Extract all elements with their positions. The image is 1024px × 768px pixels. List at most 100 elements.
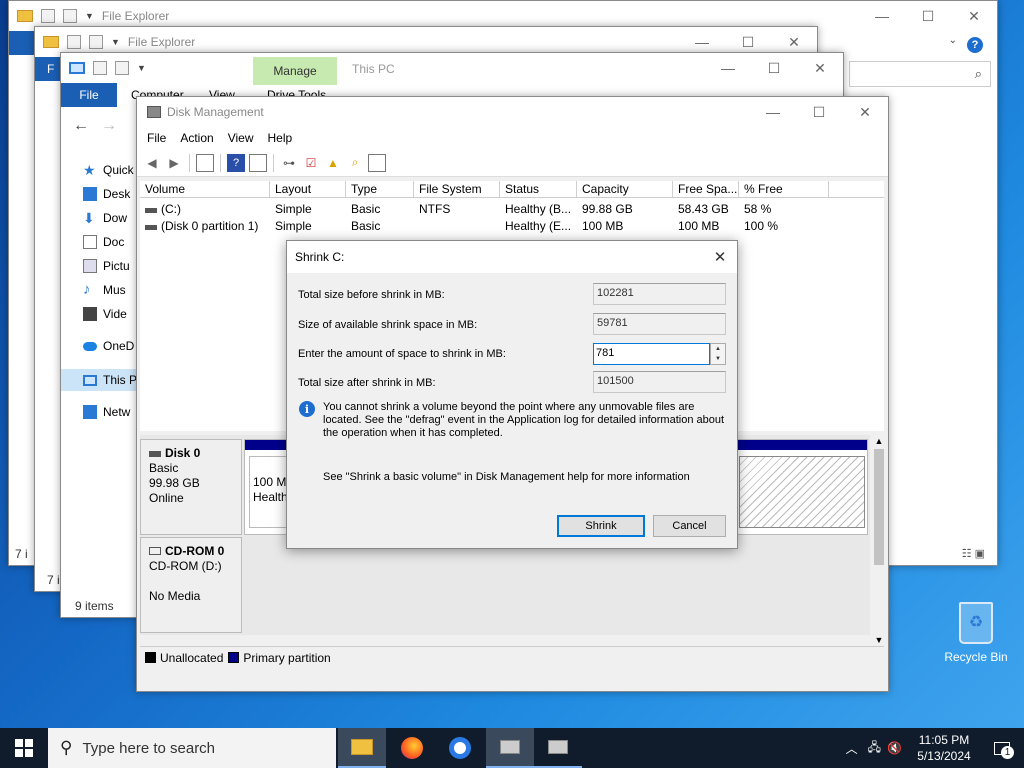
nav-music[interactable]: ♪ Mus	[83, 279, 126, 301]
scrollbar-thumb[interactable]	[874, 449, 884, 565]
column-file-system[interactable]: File System	[414, 181, 500, 197]
checklist-icon[interactable]: ☑	[302, 154, 320, 172]
folder-icon	[17, 10, 33, 22]
volume-icon	[145, 225, 157, 230]
cdrom-0-label[interactable]: CD-ROM 0 CD-ROM (D:) No Media	[140, 537, 242, 633]
scroll-down-icon[interactable]: ▼	[872, 635, 886, 645]
help-icon[interactable]: ?	[227, 153, 245, 172]
close-button[interactable]: ✕	[842, 97, 888, 127]
search-box[interactable]: ⌕	[849, 61, 991, 87]
disk-0-label[interactable]: Disk 0 Basic 99.98 GB Online	[140, 439, 242, 535]
console-tree-icon[interactable]	[196, 153, 214, 172]
nav-pictures[interactable]: Pictu	[83, 255, 130, 277]
window-title: File Explorer	[101, 9, 170, 23]
properties-icon[interactable]	[93, 61, 107, 75]
taskbar-disk-management[interactable]	[486, 728, 534, 768]
close-icon[interactable]: ✕	[703, 241, 737, 273]
spin-down-icon[interactable]: ▼	[711, 354, 725, 364]
shrink-dialog[interactable]: Shrink C: ✕ Total size before shrink in …	[286, 240, 738, 549]
column-status[interactable]: Status	[500, 181, 577, 197]
nav-this-pc[interactable]: This P	[83, 369, 137, 391]
table-row[interactable]: (C:) Simple Basic NTFS Healthy (B... 99.…	[140, 201, 829, 218]
vertical-scrollbar[interactable]: ▲ ▼	[872, 435, 886, 647]
shrink-amount-spinner[interactable]: ▲ ▼	[710, 343, 726, 365]
maximize-button[interactable]: ☐	[905, 1, 951, 31]
minimize-button[interactable]: —	[859, 1, 905, 31]
volume-list-header: Volume Layout Type File System Status Ca…	[140, 181, 884, 198]
view-toggle-icons[interactable]: ☷ ▣	[962, 547, 985, 560]
cancel-button[interactable]: Cancel	[653, 515, 726, 537]
menu-file[interactable]: File	[147, 131, 166, 145]
search-folder-icon[interactable]: ⌕	[346, 154, 364, 172]
file-tab[interactable]	[9, 31, 37, 55]
folder-up-icon[interactable]: ▲	[324, 154, 342, 172]
properties-icon[interactable]	[41, 9, 55, 23]
menu-view[interactable]: View	[228, 131, 254, 145]
back-arrow-icon[interactable]: ◀	[143, 154, 161, 172]
info-icon: i	[299, 401, 315, 417]
taskbar-chrome[interactable]	[436, 728, 484, 768]
new-folder-icon[interactable]	[115, 61, 129, 75]
minimize-button[interactable]: —	[705, 53, 751, 83]
forward-arrow-icon[interactable]: →	[101, 117, 117, 135]
chevron-down-icon[interactable]: ⌄	[949, 35, 957, 46]
search-placeholder: Type here to search	[82, 739, 216, 757]
scroll-up-icon[interactable]: ▲	[872, 435, 886, 447]
back-arrow-icon[interactable]: ←	[73, 117, 89, 135]
nav-videos[interactable]: Vide	[83, 303, 127, 325]
maximize-button[interactable]: ☐	[796, 97, 842, 127]
start-button[interactable]	[0, 728, 48, 768]
menu-action[interactable]: Action	[180, 131, 213, 145]
shrink-button[interactable]: Shrink	[557, 515, 645, 537]
column-volume[interactable]: Volume	[140, 181, 270, 197]
clock[interactable]: 11:05 PM 5/13/2024	[908, 732, 980, 764]
manage-context-tab[interactable]: Manage	[253, 57, 337, 85]
maximize-button[interactable]: ☐	[751, 53, 797, 83]
minimize-button[interactable]: —	[750, 97, 796, 127]
shrink-amount-input[interactable]: 781	[593, 343, 710, 365]
recycle-bin[interactable]: ♻ Recycle Bin	[940, 602, 1012, 664]
nav-desktop[interactable]: Desk	[83, 183, 130, 205]
new-folder-icon[interactable]	[63, 9, 77, 23]
primary-partition-swatch	[228, 652, 240, 663]
properties-icon[interactable]	[249, 153, 267, 172]
available-space-value: 59781	[593, 313, 726, 335]
taskbar-file-explorer[interactable]	[338, 728, 386, 768]
new-folder-icon[interactable]	[89, 35, 103, 49]
chevron-up-icon[interactable]: ︿	[846, 740, 858, 757]
forward-arrow-icon[interactable]: ▶	[165, 154, 183, 172]
taskbar-search[interactable]: ⚲ Type here to search	[48, 728, 336, 768]
table-row[interactable]: (Disk 0 partition 1) Simple Basic Health…	[140, 218, 829, 235]
network-icon[interactable]: 🖧	[868, 738, 881, 759]
unallocated-swatch	[145, 652, 156, 663]
menu-help[interactable]: Help	[268, 131, 293, 145]
disk-icon	[149, 451, 161, 457]
nav-documents[interactable]: Doc	[83, 231, 124, 253]
chevron-down-icon[interactable]: ▼	[137, 63, 146, 73]
nav-network[interactable]: Netw	[83, 401, 130, 423]
column-capacity[interactable]: Capacity	[577, 181, 673, 197]
notification-center[interactable]: 1	[980, 728, 1024, 768]
help-icon[interactable]: ?	[967, 37, 983, 53]
speaker-muted-icon[interactable]: 🔇	[887, 741, 902, 755]
chevron-down-icon[interactable]: ▼	[85, 11, 94, 21]
column-free-space[interactable]: Free Spa...	[673, 181, 739, 197]
spin-up-icon[interactable]: ▲	[711, 344, 725, 354]
column-percent-free[interactable]: % Free	[739, 181, 829, 197]
chevron-down-icon[interactable]: ▼	[111, 37, 120, 47]
file-tab[interactable]: File	[61, 83, 117, 107]
close-button[interactable]: ✕	[797, 53, 843, 83]
dialog-title-bar[interactable]: Shrink C:	[287, 241, 737, 273]
connect-icon[interactable]: ⊶	[280, 154, 298, 172]
column-layout[interactable]: Layout	[270, 181, 346, 197]
taskbar-firefox[interactable]	[388, 728, 436, 768]
taskbar-disk-management-2[interactable]	[534, 728, 582, 768]
close-button[interactable]: ✕	[951, 1, 997, 31]
nav-quick-access[interactable]: ★ Quick	[83, 159, 134, 181]
properties-icon[interactable]	[67, 35, 81, 49]
list-view-icon[interactable]	[368, 153, 386, 172]
column-type[interactable]: Type	[346, 181, 414, 197]
partition-c[interactable]	[739, 456, 865, 528]
nav-onedrive[interactable]: OneD	[83, 335, 134, 357]
nav-downloads[interactable]: ⬇ Dow	[83, 207, 127, 229]
